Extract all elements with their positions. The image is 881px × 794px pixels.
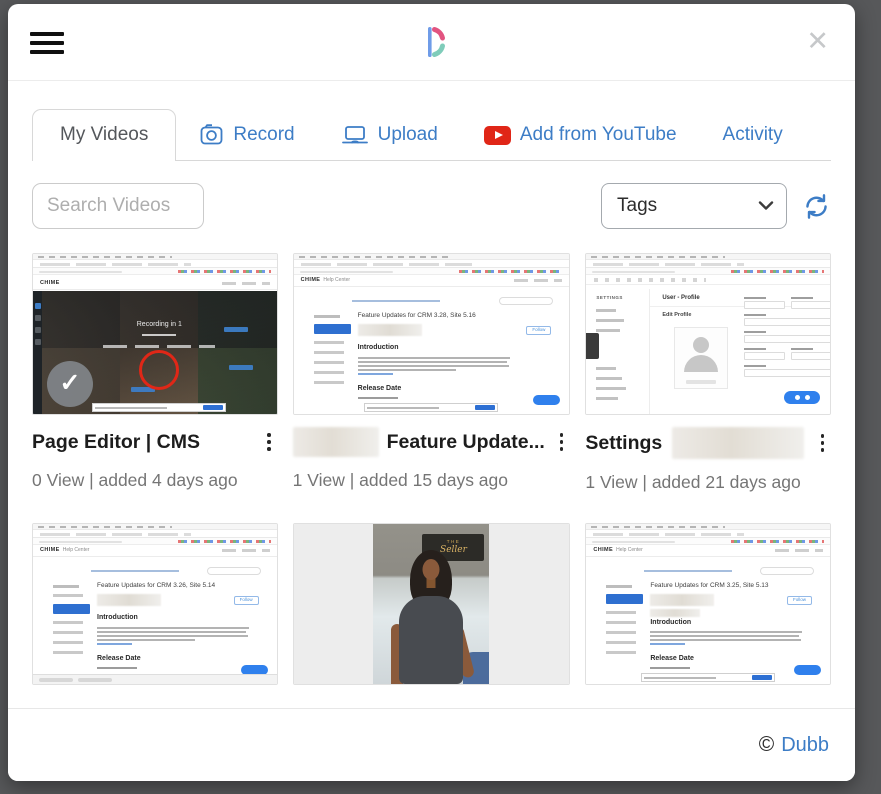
video-title: Feature Update... (387, 431, 545, 454)
toolbar-right: Tags (601, 183, 831, 229)
thumbnail-illustration: CHIME Recording in 1 (33, 278, 277, 414)
thumbnail-illustration: Feature Updates for CRM 3.26, Site 5.14 … (33, 561, 277, 684)
camera-icon (199, 124, 224, 146)
kebab-menu[interactable] (814, 431, 832, 455)
tab-my-videos[interactable]: My Videos (32, 109, 176, 160)
video-card: CHIME Help Center Feature Updates for CR… (32, 523, 278, 685)
kebab-menu[interactable] (260, 430, 278, 454)
tab-activity-label: Activity (723, 124, 783, 146)
tab-bar: My Videos Record (32, 109, 831, 161)
video-card: CHIME Recording in 1 (32, 253, 278, 493)
dubb-logo-icon (418, 24, 445, 65)
thumbnail-illustration: Feature Updates for CRM 3.28, Site 5.16 … (294, 291, 570, 414)
help-pill (794, 665, 821, 675)
dubb-check-watermark-icon: ✓ (47, 361, 93, 407)
tab-add-from-youtube-label: Add from YouTube (520, 124, 677, 146)
tab-upload-label: Upload (378, 124, 438, 146)
video-card: THE Seller (293, 523, 571, 685)
tab-add-from-youtube[interactable]: Add from YouTube (461, 110, 700, 160)
kebab-menu[interactable] (553, 430, 571, 454)
tab-record-label: Record (233, 124, 294, 146)
video-meta: 0 View | added 4 days ago (32, 470, 278, 491)
thumbnail-illustration: SETTINGS User - Profile (586, 289, 830, 414)
close-icon[interactable]: ✕ (802, 24, 833, 59)
modal-content: My Videos Record (8, 81, 855, 722)
video-meta: 1 View | added 21 days ago (585, 472, 831, 493)
red-circle-annotation (139, 350, 179, 390)
tags-select[interactable]: Tags (601, 183, 787, 229)
video-card: SETTINGS User - Profile (585, 253, 831, 493)
tab-record[interactable]: Record (176, 110, 317, 160)
redaction-blur (672, 427, 804, 459)
toolbar: Tags (32, 183, 831, 229)
video-grid-viewport: CHIME Recording in 1 (32, 253, 831, 722)
video-thumbnail-webcam[interactable]: THE Seller (293, 523, 571, 685)
video-meta: 1 View | added 15 days ago (293, 470, 571, 491)
chevron-down-icon (758, 195, 774, 217)
tab-upload[interactable]: Upload (318, 110, 461, 160)
help-pill (533, 395, 560, 405)
video-thumbnail-help-article[interactable]: CHIME Help Center Feature Updates for CR… (585, 523, 831, 685)
video-thumbnail-help-article[interactable]: CHIME Help Center Feature Updates for CR… (293, 253, 571, 415)
avatar-placeholder (674, 327, 728, 389)
tags-select-value: Tags (617, 195, 657, 217)
thumbnail-illustration: Feature Updates for CRM 3.25, Site 5.13 … (586, 561, 830, 684)
youtube-icon (484, 126, 511, 145)
laptop-icon (341, 124, 369, 146)
dubb-footer-link[interactable]: Dubb (781, 734, 829, 757)
thumbnail-illustration: THE Seller (294, 524, 570, 684)
video-thumbnail-settings[interactable]: SETTINGS User - Profile (585, 253, 831, 415)
modal-header: ✕ (8, 4, 855, 81)
video-thumbnail-real-estate[interactable]: CHIME Recording in 1 (32, 253, 278, 415)
video-title: Page Editor | CMS (32, 431, 200, 454)
downloads-bar (33, 674, 277, 684)
video-grid: CHIME Recording in 1 (32, 253, 831, 685)
tab-activity[interactable]: Activity (700, 110, 806, 160)
video-thumbnail-help-article[interactable]: CHIME Help Center Feature Updates for CR… (32, 523, 278, 685)
copyright-icon: © (759, 733, 774, 757)
video-card: CHIME Help Center Feature Updates for CR… (293, 253, 571, 493)
hamburger-menu-icon[interactable] (30, 32, 64, 54)
video-library-modal: ✕ My Videos Record (8, 4, 855, 781)
search-input[interactable] (32, 183, 204, 229)
refresh-icon[interactable] (802, 192, 831, 221)
redaction-blur (293, 427, 379, 457)
modal-footer: © Dubb (8, 708, 855, 781)
video-card: CHIME Help Center Feature Updates for CR… (585, 523, 831, 685)
contact-pill (784, 391, 820, 404)
video-title: Settings (585, 432, 662, 455)
tab-my-videos-label: My Videos (60, 124, 148, 146)
